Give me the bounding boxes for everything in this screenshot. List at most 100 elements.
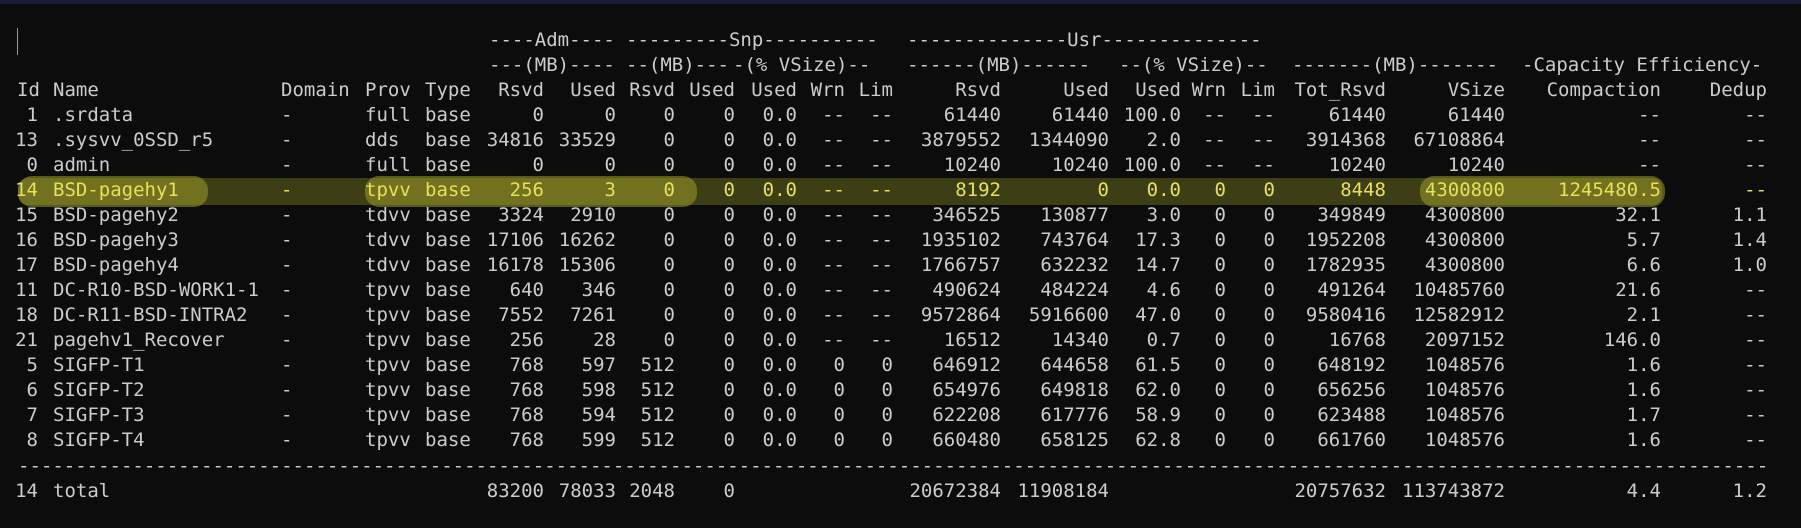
cell-usr-lim: 0	[1263, 404, 1275, 426]
cell-usr-used: 130877	[1040, 204, 1109, 226]
terminal-output[interactable]: ----Adm---- ---------Snp---------- -----…	[0, 0, 1801, 528]
cell-id: 14	[15, 179, 38, 201]
cell-type: base	[425, 429, 471, 451]
cell-dedup: 1.0	[1732, 254, 1767, 276]
cell-tot-rsvd: 491264	[1317, 279, 1386, 301]
total-vsize: 113743872	[1402, 480, 1505, 502]
column-header-type: Type	[425, 79, 471, 101]
cell-snp-used: 0	[723, 129, 735, 151]
cell-snp-rsvd: 512	[640, 379, 675, 401]
cell-tot-rsvd: 3914368	[1305, 129, 1386, 151]
cell-tot-rsvd: 16768	[1328, 329, 1386, 351]
cell-vsize: 67108864	[1413, 129, 1505, 151]
cell-dedup: --	[1744, 179, 1767, 201]
cell-adm-used: 0	[604, 104, 616, 126]
cell-compaction: 1245480.5	[1558, 179, 1661, 201]
cell-usr-used-pct: 100.0	[1123, 104, 1181, 126]
cell-usr-used-pct: 100.0	[1123, 154, 1181, 176]
cell-vsize: 1048576	[1424, 354, 1505, 376]
cell-snp-used-pct: 0.0	[762, 404, 797, 426]
cell-usr-used-pct: 62.8	[1135, 429, 1181, 451]
cell-adm-used: 346	[581, 279, 616, 301]
cell-snp-rsvd: 0	[663, 179, 675, 201]
cell-compaction: --	[1638, 154, 1661, 176]
cell-usr-lim: 0	[1263, 279, 1275, 301]
column-header-usr-wrn: Wrn	[1191, 79, 1226, 101]
header-group-snp: ---------Snp----------	[626, 29, 878, 51]
cell-usr-used-pct: 0.7	[1146, 329, 1181, 351]
cell-snp-lim: --	[870, 104, 893, 126]
cell-id: 18	[15, 304, 38, 326]
cell-id: 21	[15, 329, 38, 351]
column-header-prov: Prov	[365, 79, 411, 101]
cell-prov: tpvv	[365, 429, 411, 451]
cell-vsize: 10485760	[1413, 279, 1505, 301]
cell-snp-wrn: 0	[833, 429, 845, 451]
cell-snp-used: 0	[723, 254, 735, 276]
cell-name: BSD-pagehy4	[53, 254, 179, 276]
column-header-tot-rsvd: Tot_Rsvd	[1294, 79, 1386, 101]
cell-tot-rsvd: 661760	[1317, 429, 1386, 451]
cell-snp-used-pct: 0.0	[762, 429, 797, 451]
cell-snp-used: 0	[723, 154, 735, 176]
cell-snp-used: 0	[723, 429, 735, 451]
cell-usr-used-pct: 4.6	[1146, 279, 1181, 301]
cell-domain: -	[281, 179, 293, 201]
cell-snp-wrn: --	[822, 179, 845, 201]
header-group-adm: ----Adm----	[489, 29, 615, 51]
cell-snp-used-pct: 0.0	[762, 154, 797, 176]
cell-usr-rsvd: 8192	[955, 179, 1001, 201]
cell-prov: tpvv	[365, 279, 411, 301]
cell-vsize: 1048576	[1424, 429, 1505, 451]
column-header-id: Id	[17, 79, 40, 101]
cell-usr-lim: 0	[1263, 254, 1275, 276]
cell-adm-rsvd: 0	[532, 154, 544, 176]
cell-usr-rsvd: 16512	[943, 329, 1001, 351]
cell-prov: tdvv	[365, 204, 411, 226]
cell-snp-lim: 0	[881, 379, 893, 401]
cell-dedup: --	[1744, 279, 1767, 301]
cell-tot-rsvd: 1952208	[1305, 229, 1386, 251]
cell-usr-rsvd: 660480	[932, 429, 1001, 451]
cell-usr-wrn: 0	[1214, 229, 1226, 251]
cell-usr-rsvd: 1935102	[920, 229, 1001, 251]
header-sub-snp-mb: --(MB)---	[626, 54, 729, 76]
cell-usr-used-pct: 3.0	[1146, 204, 1181, 226]
cell-adm-rsvd: 17106	[486, 229, 544, 251]
total-snp-used: 0	[723, 480, 735, 502]
cell-vsize: 4300800	[1424, 229, 1505, 251]
cell-usr-used: 644658	[1040, 354, 1109, 376]
cell-usr-wrn: 0	[1214, 279, 1226, 301]
cell-id: 17	[15, 254, 38, 276]
total-dedup: 1.2	[1732, 480, 1767, 502]
cell-usr-rsvd: 490624	[932, 279, 1001, 301]
cell-usr-lim: 0	[1263, 204, 1275, 226]
cell-usr-lim: --	[1252, 104, 1275, 126]
cell-adm-used: 594	[581, 404, 616, 426]
cell-prov: tpvv	[365, 329, 411, 351]
cell-snp-used-pct: 0.0	[762, 354, 797, 376]
cell-type: base	[425, 379, 471, 401]
divider-line: ----------------------------------------…	[18, 459, 1768, 473]
cell-adm-used: 33529	[558, 129, 616, 151]
cell-id: 6	[26, 379, 38, 401]
cell-vsize: 12582912	[1413, 304, 1505, 326]
cell-prov: tpvv	[365, 179, 411, 201]
cell-usr-wrn: 0	[1214, 204, 1226, 226]
cell-snp-used: 0	[723, 104, 735, 126]
cell-snp-wrn: --	[822, 254, 845, 276]
total-tot-rsvd: 20757632	[1294, 480, 1386, 502]
cell-compaction: 2.1	[1626, 304, 1661, 326]
cell-usr-wrn: --	[1203, 129, 1226, 151]
column-header-snp-used-pct: Used	[751, 79, 797, 101]
cell-usr-wrn: 0	[1214, 179, 1226, 201]
cell-compaction: 1.6	[1626, 379, 1661, 401]
cell-usr-lim: 0	[1263, 429, 1275, 451]
cell-tot-rsvd: 623488	[1317, 404, 1386, 426]
cell-type: base	[425, 354, 471, 376]
cell-usr-used: 14340	[1051, 329, 1109, 351]
cell-adm-used: 7261	[570, 304, 616, 326]
cell-domain: -	[281, 304, 293, 326]
cell-adm-rsvd: 768	[509, 379, 544, 401]
cell-snp-wrn: --	[822, 329, 845, 351]
